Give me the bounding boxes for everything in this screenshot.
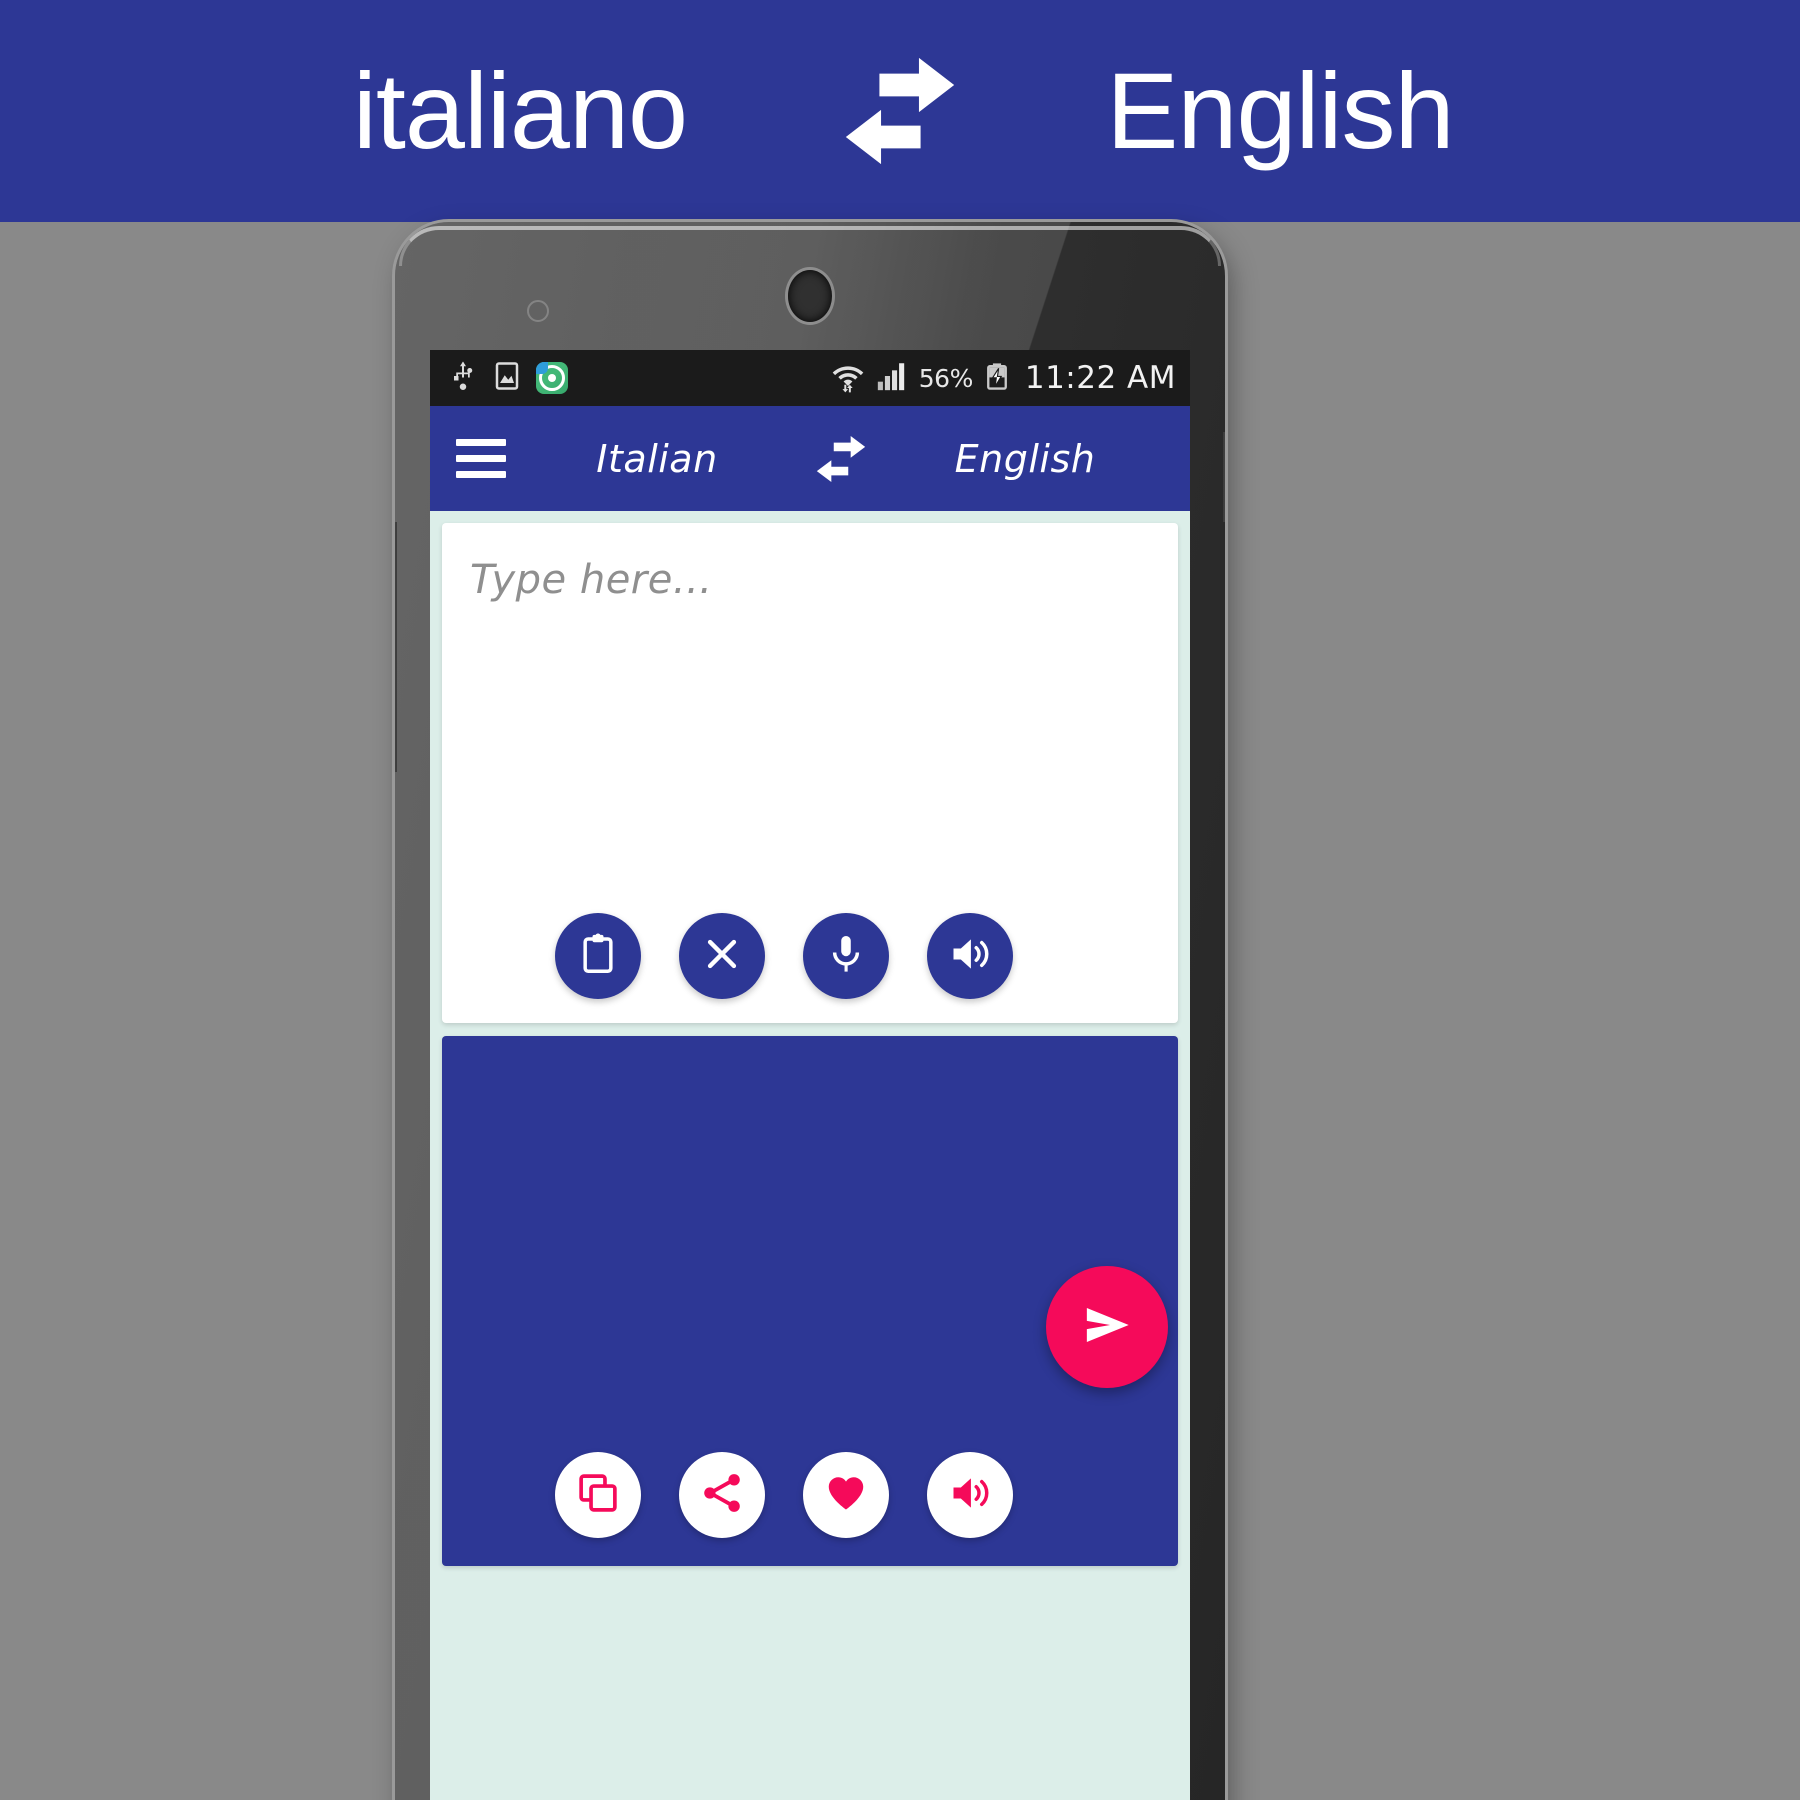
favorite-button[interactable] [803,1452,889,1538]
volume-button[interactable] [1223,432,1225,522]
promo-banner: italiano English [0,0,1800,222]
heart-icon [824,1471,868,1519]
promo-source-language: italiano [352,50,688,171]
swap-languages-icon[interactable] [796,430,886,488]
speaker-volume-icon [948,1471,992,1519]
phone-mockup: 56% 11:22 AM Italian English Type here..… [395,222,1225,1800]
battery-charging-icon [983,359,1011,397]
usb-icon [448,360,478,396]
wifi-icon [831,359,865,397]
result-action-bar [442,1452,1178,1538]
clipboard-icon [576,932,620,980]
proximity-sensor-icon [527,300,549,322]
send-translate-button[interactable] [1046,1266,1168,1388]
share-icon [700,1471,744,1519]
promo-screenshot: italiano English 56% 11:22 AM Italian En… [0,0,1800,1800]
status-bar: 56% 11:22 AM [430,350,1190,406]
app-bar: Italian English [430,406,1190,511]
status-bar-left-icons [448,360,568,396]
power-button[interactable] [395,522,397,772]
front-camera-icon [788,270,832,322]
speaker-volume-icon [948,932,992,980]
source-text-card: Type here... [442,523,1178,1023]
promo-target-language: English [1106,50,1454,171]
battery-percent-label: 56% [918,363,974,393]
source-action-bar [442,913,1178,999]
phone-bezel-highlight [399,226,1221,266]
source-text-input[interactable]: Type here... [470,557,1150,603]
copy-button[interactable] [555,1452,641,1538]
hamburger-menu-icon[interactable] [456,439,518,478]
mic-button[interactable] [803,913,889,999]
send-paper-plane-icon [1076,1294,1138,1360]
share-button[interactable] [679,1452,765,1538]
source-language-selector[interactable]: Italian [518,437,796,481]
target-language-selector[interactable]: English [886,437,1164,481]
clear-button[interactable] [679,913,765,999]
close-x-icon [700,932,744,980]
app-notification-icon [536,362,568,394]
translator-content: Type here... [430,511,1190,1566]
copy-icon [576,1471,620,1519]
speak-result-button[interactable] [927,1452,1013,1538]
status-bar-clock: 11:22 AM [1024,360,1176,396]
status-bar-right-icons: 56% 11:22 AM [831,359,1176,397]
paste-button[interactable] [555,913,641,999]
app-icon-corner-accent [536,362,548,374]
screenshot-icon [492,360,522,396]
promo-swap-icon [800,46,1000,176]
phone-screen: 56% 11:22 AM Italian English Type here..… [430,350,1190,1800]
signal-bars-icon [875,359,909,397]
speak-source-button[interactable] [927,913,1013,999]
microphone-icon [824,932,868,980]
phone-body: 56% 11:22 AM Italian English Type here..… [395,222,1225,1800]
